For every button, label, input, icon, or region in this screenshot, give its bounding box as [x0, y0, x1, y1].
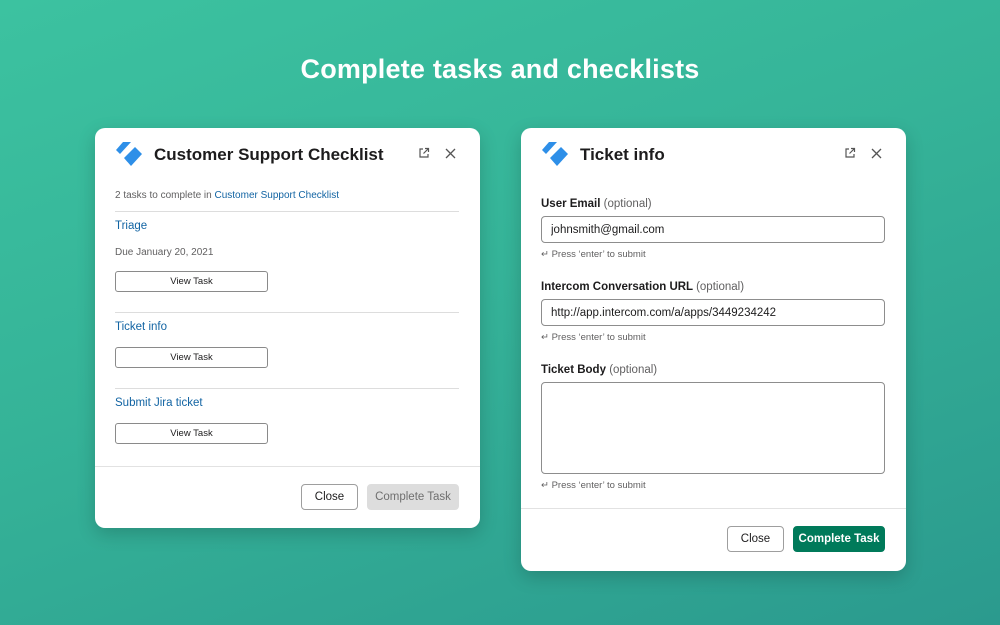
view-task-button-ticket-info[interactable]: View Task	[115, 347, 268, 368]
field-label-text: User Email	[541, 198, 601, 210]
close-button[interactable]: Close	[301, 484, 358, 510]
close-button[interactable]: Close	[727, 526, 784, 552]
user-email-label: User Email (optional)	[541, 198, 652, 210]
workflow-logo-icon	[542, 142, 568, 166]
submit-hint: ↵ Press ‘enter’ to submit	[541, 332, 646, 343]
ticket-body-textarea[interactable]	[541, 382, 885, 474]
modal-header: Ticket info	[521, 128, 906, 182]
external-link-icon[interactable]	[416, 145, 432, 161]
checklist-link[interactable]: Customer Support Checklist	[215, 190, 340, 201]
modal-title: Ticket info	[580, 145, 665, 164]
external-link-icon[interactable]	[842, 145, 858, 161]
task-title-submit-jira[interactable]: Submit Jira ticket	[115, 397, 203, 409]
tasks-summary-text: 2 tasks to complete in	[115, 190, 212, 201]
page-headline: Complete tasks and checklists	[300, 54, 700, 84]
task-title-ticket-info[interactable]: Ticket info	[115, 321, 167, 333]
field-label-text: Ticket Body	[541, 364, 606, 376]
close-icon[interactable]	[868, 145, 884, 161]
close-icon[interactable]	[442, 145, 458, 161]
task-title-triage[interactable]: Triage	[115, 220, 147, 232]
complete-task-button[interactable]: Complete Task	[367, 484, 459, 510]
field-label-text: Intercom Conversation URL	[541, 281, 693, 293]
divider	[115, 312, 459, 313]
user-email-input[interactable]	[541, 216, 885, 243]
modal-title: Customer Support Checklist	[154, 145, 384, 164]
submit-hint: ↵ Press ‘enter’ to submit	[541, 480, 646, 491]
tasks-summary: 2 tasks to complete in Customer Support …	[115, 190, 339, 201]
footer-divider	[521, 508, 906, 509]
submit-hint: ↵ Press ‘enter’ to submit	[541, 249, 646, 260]
optional-text: (optional)	[696, 281, 745, 293]
ticket-body-label: Ticket Body (optional)	[541, 364, 657, 376]
intercom-url-label: Intercom Conversation URL (optional)	[541, 281, 744, 293]
view-task-button-triage[interactable]: View Task	[115, 271, 268, 292]
ticket-info-modal: Ticket info User Email (optional) ↵ Pres…	[521, 128, 906, 571]
complete-task-button[interactable]: Complete Task	[793, 526, 885, 552]
modal-header: Customer Support Checklist	[95, 128, 480, 182]
divider	[115, 211, 459, 212]
footer-divider	[95, 466, 480, 467]
divider	[115, 388, 459, 389]
optional-text: (optional)	[603, 198, 652, 210]
intercom-url-input[interactable]	[541, 299, 885, 326]
view-task-button-submit-jira[interactable]: View Task	[115, 423, 268, 444]
checklist-modal: Customer Support Checklist 2 tasks to co…	[95, 128, 480, 528]
task-due-date: Due January 20, 2021	[115, 247, 214, 258]
workflow-logo-icon	[116, 142, 142, 166]
optional-text: (optional)	[609, 364, 658, 376]
